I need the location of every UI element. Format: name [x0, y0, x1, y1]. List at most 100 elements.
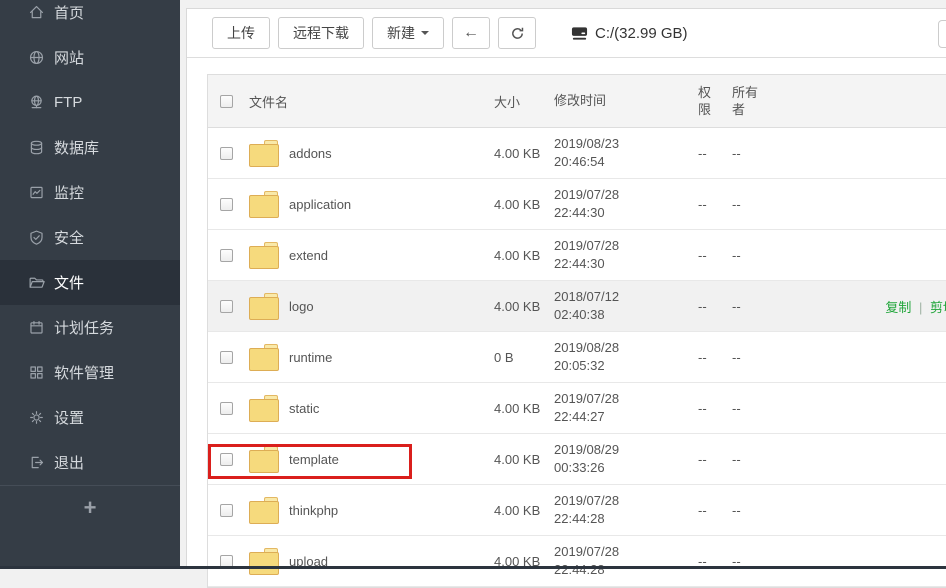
file-perm: --: [694, 451, 730, 468]
disk-selector[interactable]: C:/(32.99 GB): [571, 25, 688, 42]
refresh-button[interactable]: [498, 17, 536, 49]
ftp-icon: [28, 94, 45, 111]
file-name[interactable]: extend: [289, 248, 328, 263]
file-name[interactable]: thinkphp: [289, 503, 338, 518]
file-modified-date: 2019/08/28: [554, 339, 694, 357]
header-perm-label: 权限: [698, 84, 713, 118]
sidebar-item-label: 数据库: [54, 137, 99, 158]
header-size: 大小: [492, 92, 554, 111]
file-modified-time: 00:33:26: [554, 459, 694, 477]
new-button[interactable]: 新建: [372, 17, 444, 49]
upload-button[interactable]: 上传: [212, 17, 270, 49]
select-all-checkbox[interactable]: [220, 95, 233, 108]
table-row[interactable]: logo 4.00 KB 2018/07/12 02:40:38 -- -- 复…: [208, 281, 946, 332]
sidebar-item-label: 退出: [54, 452, 84, 473]
file-name[interactable]: addons: [289, 146, 332, 161]
table-row[interactable]: upload 4.00 KB 2019/07/28 22:44:28 -- --…: [208, 536, 946, 587]
row-checkbox[interactable]: [220, 147, 233, 160]
table-row[interactable]: application 4.00 KB 2019/07/28 22:44:30 …: [208, 179, 946, 230]
sidebar-item-database[interactable]: 数据库: [0, 125, 180, 170]
file-perm: --: [694, 400, 730, 417]
gear-icon: [28, 409, 45, 426]
file-name[interactable]: application: [289, 197, 351, 212]
folder-icon: [249, 395, 279, 422]
cut-link[interactable]: 剪切: [930, 300, 946, 315]
row-checkbox-cell: [208, 504, 246, 517]
sidebar-item-monitor[interactable]: 监控: [0, 170, 180, 215]
header-modified: 修改时间: [554, 92, 694, 110]
file-modified-date: 2019/07/28: [554, 492, 694, 510]
upload-button-label: 上传: [227, 23, 255, 43]
file-size: 4.00 KB: [492, 248, 554, 263]
file-modified-time: 22:44:28: [554, 561, 694, 579]
table-row[interactable]: extend 4.00 KB 2019/07/28 22:44:30 -- --…: [208, 230, 946, 281]
add-panel-button[interactable]: +: [84, 497, 97, 519]
file-modified-date: 2019/07/28: [554, 543, 694, 561]
header-size-label: 大小: [494, 95, 520, 110]
sidebar-item-label: 计划任务: [54, 317, 114, 338]
file-modified: 2019/08/29 00:33:26: [554, 441, 694, 477]
file-owner: --: [730, 349, 774, 366]
table-row[interactable]: template 4.00 KB 2019/08/29 00:33:26 -- …: [208, 434, 946, 485]
row-checkbox[interactable]: [220, 453, 233, 466]
file-owner: --: [730, 196, 774, 213]
row-checkbox[interactable]: [220, 402, 233, 415]
sidebar-item-apps[interactable]: 软件管理: [0, 350, 180, 395]
file-modified-time: 22:44:27: [554, 408, 694, 426]
row-checkbox[interactable]: [220, 249, 233, 262]
remote-download-button[interactable]: 远程下载: [278, 17, 364, 49]
folder-icon: [28, 274, 45, 291]
back-button[interactable]: ←: [452, 17, 490, 49]
file-modified-time: 22:44:30: [554, 204, 694, 222]
row-checkbox[interactable]: [220, 198, 233, 211]
sidebar-nav: 首页网站FTP 数据库监控安全文件计划任务软件管理设置退出: [0, 0, 180, 485]
sidebar-item-ftp[interactable]: FTP: [0, 80, 180, 125]
sidebar-item-logout[interactable]: 退出: [0, 440, 180, 485]
file-modified-date: 2019/07/28: [554, 186, 694, 204]
sidebar-item-gear[interactable]: 设置: [0, 395, 180, 440]
sidebar-item-shield[interactable]: 安全: [0, 215, 180, 260]
sidebar-item-folder[interactable]: 文件: [0, 260, 180, 305]
table-row[interactable]: static 4.00 KB 2019/07/28 22:44:27 -- --…: [208, 383, 946, 434]
row-checkbox[interactable]: [220, 300, 233, 313]
row-checkbox-cell: [208, 198, 246, 211]
sidebar-add-zone: +: [0, 485, 180, 530]
file-modified-time: 02:40:38: [554, 306, 694, 324]
row-checkbox[interactable]: [220, 504, 233, 517]
row-actions: 复制 | 剪切: [774, 297, 946, 316]
header-checkbox-cell: [208, 95, 246, 108]
shield-icon: [28, 229, 45, 246]
home-icon: [28, 4, 45, 21]
sidebar-item-globe[interactable]: 网站: [0, 35, 180, 80]
database-icon: [28, 139, 45, 156]
table-row[interactable]: addons 4.00 KB 2019/08/23 20:46:54 -- --…: [208, 128, 946, 179]
search-input[interactable]: [938, 20, 946, 48]
file-name[interactable]: template: [289, 452, 339, 467]
disk-label: C:/(32.99 GB): [595, 25, 688, 42]
table-row[interactable]: thinkphp 4.00 KB 2019/07/28 22:44:28 -- …: [208, 485, 946, 536]
globe-icon: [28, 49, 45, 66]
apps-icon: [28, 364, 45, 381]
sidebar-item-calendar[interactable]: 计划任务: [0, 305, 180, 350]
file-name[interactable]: static: [289, 401, 319, 416]
remote-download-button-label: 远程下载: [293, 23, 349, 43]
file-size: 4.00 KB: [492, 503, 554, 518]
file-name[interactable]: logo: [289, 299, 314, 314]
sidebar: 首页网站FTP 数据库监控安全文件计划任务软件管理设置退出 +: [0, 0, 180, 569]
row-name-cell: addons: [246, 140, 492, 167]
refresh-icon: [510, 26, 525, 41]
calendar-icon: [28, 319, 45, 336]
table-row[interactable]: runtime 0 B 2019/08/28 20:05:32 -- -- |: [208, 332, 946, 383]
file-name[interactable]: runtime: [289, 350, 332, 365]
file-modified: 2019/07/28 22:44:27: [554, 390, 694, 426]
row-checkbox[interactable]: [220, 351, 233, 364]
row-name-cell: static: [246, 395, 492, 422]
action-separator: |: [919, 300, 922, 315]
copy-link[interactable]: 复制: [885, 300, 911, 315]
file-modified-date: 2019/08/23: [554, 135, 694, 153]
row-checkbox-cell: [208, 249, 246, 262]
file-modified: 2019/07/28 22:44:30: [554, 237, 694, 273]
sidebar-item-home[interactable]: 首页: [0, 0, 180, 35]
folder-icon: [249, 344, 279, 371]
sidebar-item-label: 监控: [54, 182, 84, 203]
